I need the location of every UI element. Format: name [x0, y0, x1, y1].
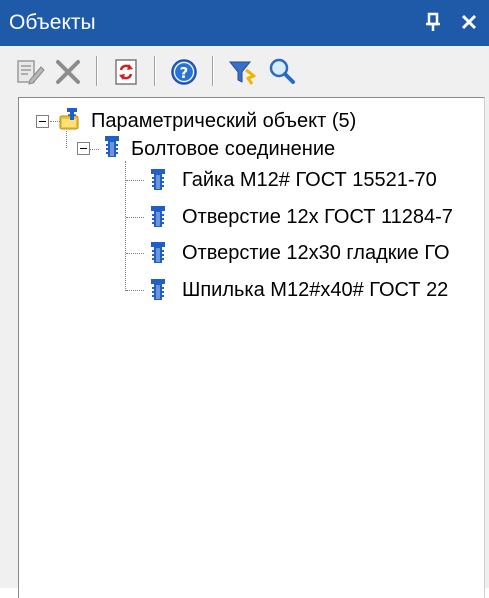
- refresh-button[interactable]: [110, 56, 142, 88]
- parametric-object-icon: [59, 108, 79, 130]
- fastener-icon: [151, 279, 165, 300]
- panel-title-bar[interactable]: Объекты: [0, 0, 489, 46]
- filter-icon: [228, 61, 256, 85]
- delete-icon: [56, 60, 80, 84]
- group-node-icon: [101, 135, 123, 159]
- fastener-icon: [105, 136, 119, 157]
- fastener-icon: [151, 242, 165, 263]
- tree-node-label: Болтовое соединение: [131, 138, 336, 160]
- close-icon: [461, 14, 477, 30]
- fastener-icon: [151, 169, 165, 190]
- tree-line: [126, 217, 144, 219]
- toolbar-separator: [212, 56, 214, 86]
- tree-line: [66, 131, 68, 148]
- object-tree[interactable]: Параметрический объект (5) Болтовое соед…: [18, 97, 485, 598]
- toolbar-separator: [96, 56, 98, 86]
- item-node-icon: [147, 278, 169, 302]
- root-node-icon: [59, 107, 81, 131]
- tree-line: [126, 180, 144, 182]
- refresh-icon: [115, 59, 137, 85]
- search-icon: [269, 58, 295, 84]
- root-collapse-toggle[interactable]: [36, 115, 49, 128]
- pin-icon: [426, 12, 440, 31]
- group-collapse-toggle[interactable]: [77, 142, 90, 155]
- tree-node-label: Отверстие 12х30 гладкие ГО: [182, 242, 450, 264]
- tree-node-label: Шпилька М12#х40# ГОСТ 22: [182, 279, 449, 301]
- toolbar-separator: [154, 56, 156, 86]
- help-button[interactable]: ?: [168, 56, 200, 88]
- toolbar: ?: [0, 46, 489, 96]
- edit-properties-button[interactable]: [14, 56, 46, 88]
- tree-node-label: Параметрический объект (5): [91, 110, 357, 132]
- svg-text:?: ?: [180, 64, 189, 82]
- tree-line: [126, 290, 144, 292]
- search-button[interactable]: [266, 56, 298, 88]
- help-icon: ?: [171, 59, 197, 85]
- objects-panel: Объекты ? Параметрический объект (5) Бол…: [0, 0, 489, 598]
- item-node-icon: [147, 168, 169, 192]
- filter-button[interactable]: [226, 56, 258, 88]
- close-button[interactable]: [456, 8, 482, 36]
- tree-line: [89, 149, 99, 151]
- tree-line: [126, 253, 144, 255]
- pin-button[interactable]: [420, 8, 446, 36]
- tree-node-label: Отверстие 12х ГОСТ 11284-7: [182, 206, 453, 228]
- delete-button[interactable]: [52, 56, 84, 88]
- item-node-icon: [147, 205, 169, 229]
- panel-title: Объекты: [9, 11, 96, 34]
- fastener-icon: [151, 206, 165, 227]
- edit-properties-icon: [17, 60, 45, 85]
- tree-node-label: Гайка М12# ГОСТ 15521-70: [182, 169, 437, 191]
- item-node-icon: [147, 241, 169, 265]
